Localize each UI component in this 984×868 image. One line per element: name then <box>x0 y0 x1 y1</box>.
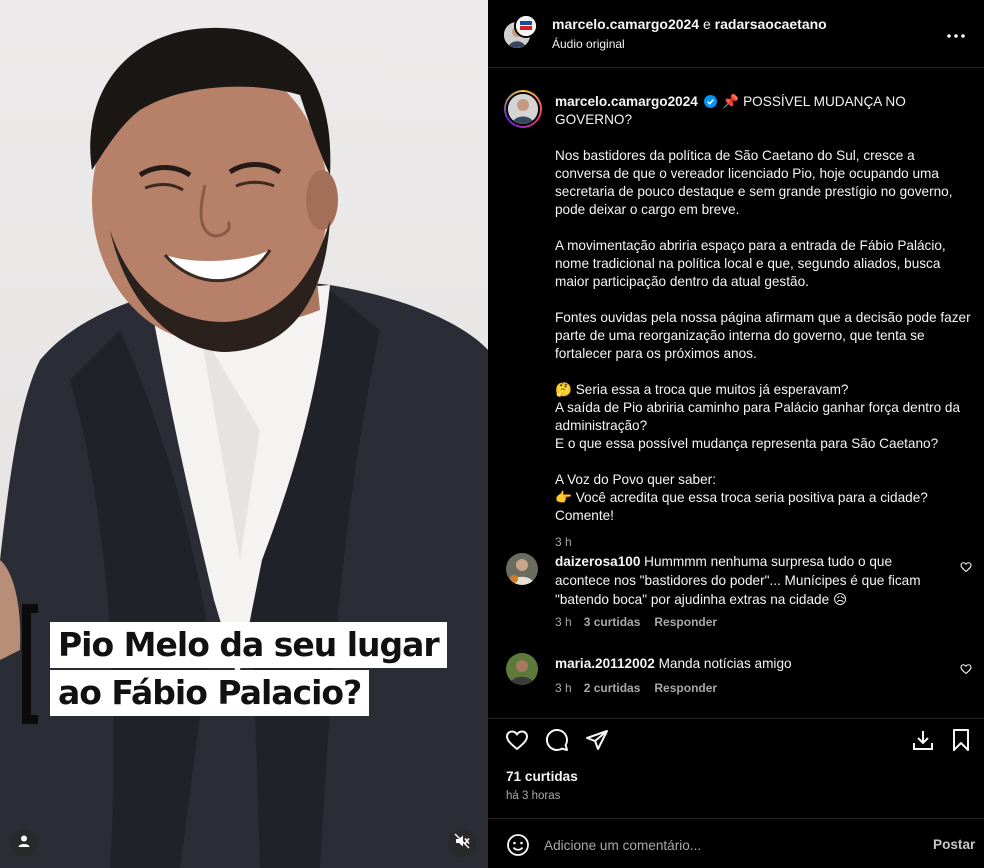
comment-username[interactable]: daizerosa100 <box>555 554 640 569</box>
caption-text: marcelo.camargo2024 📌 POSSÍVEL MUDANÇA N… <box>555 93 973 551</box>
more-options-button[interactable] <box>944 22 968 46</box>
heart-icon <box>505 728 529 757</box>
emoji-icon <box>506 834 530 861</box>
mute-button[interactable] <box>448 829 476 857</box>
caption-paragraph-4: 🤔 Seria essa a troca que muitos já esper… <box>555 381 973 453</box>
comment-time[interactable]: 3 h <box>555 681 572 695</box>
comment-text: maria.20112002 Manda notícias amigo <box>555 654 950 673</box>
comment-likes[interactable]: 2 curtidas <box>584 681 641 695</box>
comment-like-button[interactable] <box>960 560 974 574</box>
comment-likes[interactable]: 3 curtidas <box>584 615 641 629</box>
comment-body: Manda notícias amigo <box>654 656 792 671</box>
post-panel: marcelo.camargo2024 e radarsaocaetano Áu… <box>488 0 984 868</box>
caption-line: E o que essa possível mudança representa… <box>555 436 939 451</box>
caption-line-2: ao Fábio Palacio? <box>50 670 370 716</box>
comment-avatar[interactable] <box>506 553 538 585</box>
post-media[interactable]: Pio Melo da seu lugar ao Fábio Palacio? <box>0 0 488 868</box>
caption-line: A Voz do Povo quer saber: <box>555 472 716 487</box>
author-separator: e <box>699 16 715 32</box>
author-avatar[interactable] <box>504 90 542 128</box>
caption-paragraph-5: A Voz do Povo quer saber: 👉 Você acredit… <box>555 471 973 525</box>
save-button[interactable] <box>948 728 974 757</box>
reply-button[interactable]: Responder <box>654 681 717 695</box>
likes-count[interactable]: 71 curtidas <box>506 769 578 784</box>
caption-line: A saída de Pio abriria caminho para Palá… <box>555 400 961 433</box>
caption-paragraph-3: Fontes ouvidas pela nossa página afirmam… <box>555 310 971 361</box>
comment-text: daizerosa100 Hummmm nenhuma surpresa tud… <box>555 552 950 609</box>
comment-icon <box>545 728 569 757</box>
comment-username[interactable]: maria.20112002 <box>555 656 655 671</box>
comment-like-button[interactable] <box>960 662 974 676</box>
caption-bracket <box>22 604 38 724</box>
author-link[interactable]: marcelo.camargo2024 <box>552 16 699 32</box>
person-icon <box>17 834 31 853</box>
caption-line: 👉 Você acredita que essa troca seria pos… <box>555 490 928 505</box>
post-age: há 3 horas <box>506 790 561 802</box>
audio-link[interactable]: Áudio original <box>552 37 625 51</box>
comment-meta: 3 h 2 curtidas Responder <box>555 681 731 695</box>
send-icon <box>585 728 609 757</box>
tagged-users-button[interactable] <box>10 829 38 857</box>
bookmark-icon <box>949 728 973 757</box>
pin-emoji: 📌 <box>722 94 740 109</box>
download-button[interactable] <box>910 729 936 755</box>
speaker-muted-icon <box>454 833 470 854</box>
share-button[interactable] <box>584 729 610 755</box>
media-caption: Pio Melo da seu lugar ao Fábio Palacio? <box>22 604 462 724</box>
caption-paragraph-1: Nos bastidores da política de São Caetan… <box>555 148 953 217</box>
comment-meta: 3 h 3 curtidas Responder <box>555 615 731 629</box>
like-button[interactable] <box>504 729 530 755</box>
post-header: marcelo.camargo2024 e radarsaocaetano Áu… <box>488 0 984 68</box>
caption-username[interactable]: marcelo.camargo2024 <box>555 94 698 109</box>
post-photo <box>0 27 488 868</box>
more-horizontal-icon <box>947 25 965 43</box>
caption-timestamp[interactable]: 3 h <box>555 533 973 551</box>
post-authors: marcelo.camargo2024 e radarsaocaetano <box>552 16 827 32</box>
caption-paragraph-2: A movimentação abriria espaço para a ent… <box>555 238 946 289</box>
comment-avatar[interactable] <box>506 653 538 685</box>
caption-line-1: Pio Melo da seu lugar <box>50 622 447 668</box>
avatar <box>514 14 538 38</box>
comment-button[interactable] <box>544 728 570 757</box>
caption-line: Comente! <box>555 508 614 523</box>
caption-first-line: marcelo.camargo2024 📌 POSSÍVEL MUDANÇA N… <box>555 93 973 129</box>
reply-button[interactable]: Responder <box>654 615 717 629</box>
download-icon <box>911 728 935 757</box>
comment-input[interactable] <box>544 832 904 858</box>
author-avatars[interactable] <box>502 14 540 52</box>
coauthor-link[interactable]: radarsaocaetano <box>715 16 827 32</box>
comment-composer: Postar <box>488 818 984 868</box>
post-comment-button[interactable]: Postar <box>933 837 975 852</box>
emoji-button[interactable] <box>506 833 530 857</box>
comment-time[interactable]: 3 h <box>555 615 572 629</box>
caption-line: 🤔 Seria essa a troca que muitos já esper… <box>555 382 849 397</box>
heart-icon <box>960 560 972 577</box>
heart-icon <box>960 662 972 679</box>
verified-badge-icon <box>703 95 717 108</box>
